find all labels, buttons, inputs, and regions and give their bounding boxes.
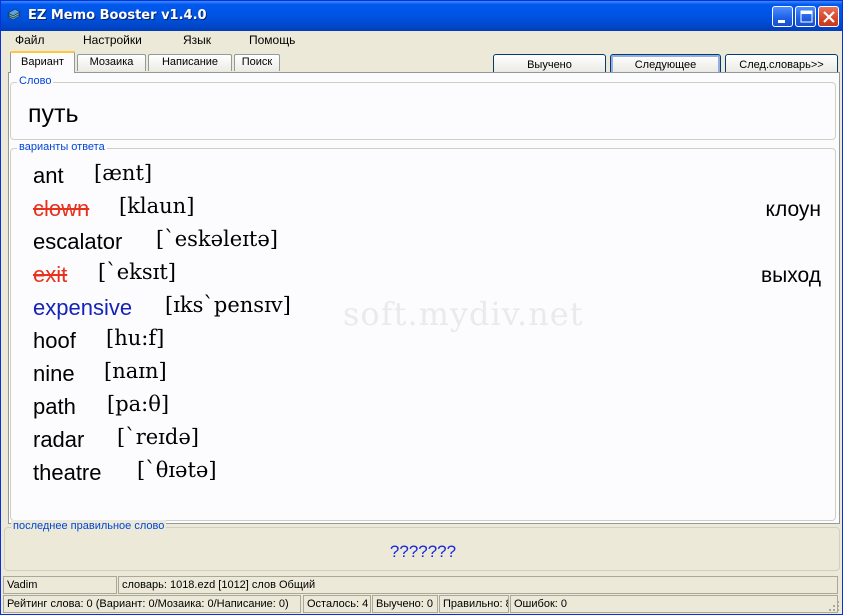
menu-bar: Файл Настройки Язык Помощь	[1, 31, 842, 50]
status-correct: Правильно: 8	[439, 595, 509, 613]
answer-option[interactable]: escalator	[33, 229, 122, 255]
tab-variant[interactable]: Вариант	[10, 51, 75, 73]
resize-grip-icon[interactable]	[828, 600, 840, 612]
option-word[interactable]: theatre	[33, 460, 102, 485]
status-errors: Ошибок: 0	[510, 595, 838, 613]
last-word-group: последнее правильное слово ???????	[4, 520, 840, 571]
minimize-button[interactable]	[772, 6, 793, 27]
option-transcription: [pa:θ]	[107, 392, 170, 416]
option-word[interactable]: ant	[33, 163, 64, 188]
status-user: Vadim	[3, 576, 117, 594]
books-icon	[7, 8, 21, 21]
close-icon	[823, 11, 835, 23]
last-correct-word: ???????	[389, 542, 457, 561]
word-group: Слово путь	[10, 75, 836, 140]
answer-option[interactable]: exit	[33, 262, 67, 288]
option-word[interactable]: nine	[33, 361, 75, 386]
tab-search[interactable]: Поиск	[234, 54, 280, 71]
tab-spelling[interactable]: Написание	[148, 54, 232, 71]
tab-panel: Слово путь варианты ответа soft.mydiv.ne…	[8, 72, 840, 524]
maximize-button[interactable]	[795, 6, 816, 27]
last-word-label: последнее правильное слово	[11, 520, 167, 532]
option-word[interactable]: expensive	[33, 295, 132, 320]
option-word[interactable]: radar	[33, 427, 84, 452]
option-transcription: [naɪn]	[104, 359, 167, 383]
watermark: soft.mydiv.net	[343, 295, 584, 333]
option-answer: выход	[761, 264, 821, 287]
menu-language[interactable]: Язык	[183, 33, 211, 47]
word-group-label: Слово	[17, 75, 54, 87]
answer-option[interactable]: expensive	[33, 295, 132, 321]
answer-option[interactable]: nine	[33, 361, 75, 387]
option-transcription: [`θɪətə]	[137, 458, 217, 482]
option-transcription: [`eskəleɪtə]	[156, 227, 278, 251]
answer-option[interactable]: theatre	[33, 460, 102, 486]
minimize-icon	[778, 20, 785, 23]
option-answer: клоун	[765, 198, 821, 221]
option-transcription: [klaun]	[119, 194, 195, 218]
menu-help[interactable]: Помощь	[249, 33, 295, 47]
window-title: EZ Memo Booster v1.4.0	[28, 8, 207, 23]
option-transcription: [hu:f]	[106, 326, 165, 350]
maximize-icon	[800, 10, 813, 23]
answer-option[interactable]: ant	[33, 163, 64, 189]
option-transcription: [ɪks`pensɪv]	[165, 293, 291, 317]
title-bar[interactable]: EZ Memo Booster v1.4.0	[1, 1, 842, 31]
answer-option[interactable]: hoof	[33, 328, 76, 354]
status-remaining: Осталось: 4	[303, 595, 371, 613]
options-group: варианты ответа soft.mydiv.net ant [ænt]…	[10, 141, 836, 521]
option-word[interactable]: clown	[33, 196, 89, 221]
answer-option[interactable]: radar	[33, 427, 84, 453]
option-transcription: [`eksɪt]	[98, 260, 176, 284]
option-word[interactable]: path	[33, 394, 76, 419]
option-word[interactable]: hoof	[33, 328, 76, 353]
app-window: EZ Memo Booster v1.4.0 Файл Настройки Яз…	[0, 0, 843, 615]
tab-mosaic[interactable]: Мозаика	[77, 54, 146, 71]
option-word[interactable]: escalator	[33, 229, 122, 254]
option-transcription: [ænt]	[94, 161, 153, 185]
option-word[interactable]: exit	[33, 262, 67, 287]
options-group-label: варианты ответа	[17, 141, 107, 153]
answer-option[interactable]: clown	[33, 196, 89, 222]
close-button[interactable]	[818, 6, 839, 27]
status-rating: Рейтинг слова: 0 (Вариант: 0/Мозаика: 0/…	[3, 595, 301, 613]
status-dictionary: словарь: 1018.ezd [1012] слов Общий	[118, 576, 838, 594]
option-transcription: [`reɪdə]	[117, 425, 199, 449]
menu-settings[interactable]: Настройки	[83, 33, 142, 47]
menu-file[interactable]: Файл	[15, 33, 45, 47]
answer-option[interactable]: path	[33, 394, 76, 420]
current-word: путь	[28, 100, 79, 128]
status-learned: Выучено: 0	[372, 595, 438, 613]
